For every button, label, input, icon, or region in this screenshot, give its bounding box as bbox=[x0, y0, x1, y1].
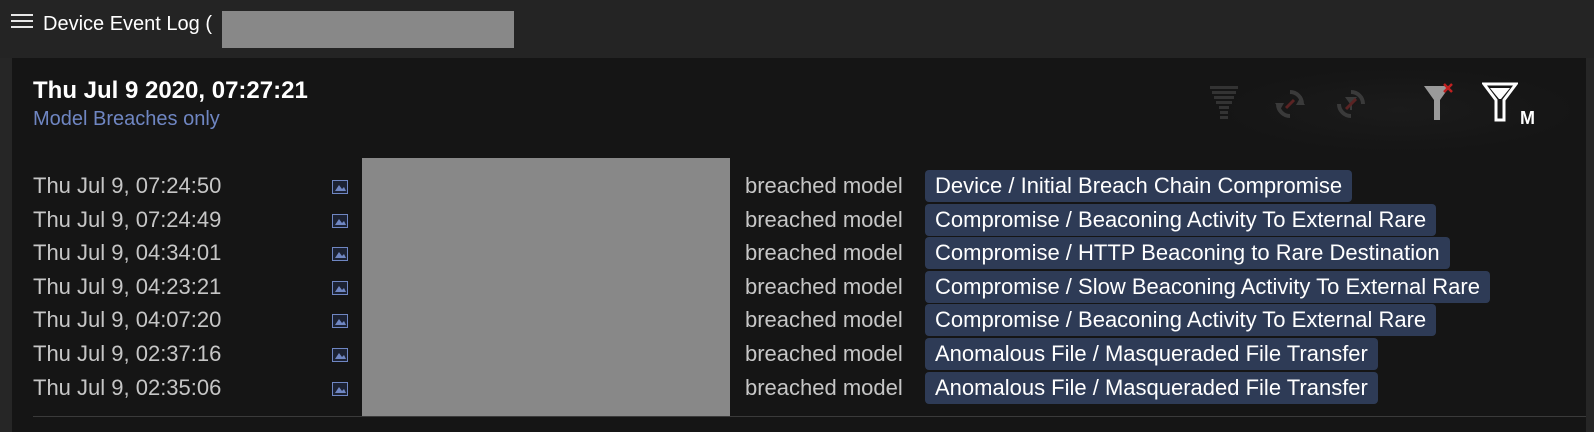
event-time: Thu Jul 9, 02:37:16 bbox=[33, 341, 222, 366]
model-breach-link[interactable]: Anomalous File / Masqueraded File Transf… bbox=[925, 371, 1378, 404]
model-breach-link[interactable]: Device / Initial Breach Chain Compromise bbox=[925, 170, 1353, 202]
event-row[interactable]: Thu Jul 9, 04:23:21 breached model Comprom… bbox=[12, 270, 1586, 303]
filter-mode-label[interactable]: Model Breaches only bbox=[33, 108, 220, 131]
event-action: breached model bbox=[745, 273, 903, 299]
refresh-filter-icon[interactable] bbox=[1335, 88, 1367, 120]
filter-clear-icon[interactable] bbox=[1422, 82, 1456, 124]
model-breach-link[interactable]: Compromise / Slow Beaconing Activity To … bbox=[925, 270, 1490, 303]
event-time: Thu Jul 9, 04:07:20 bbox=[33, 307, 222, 333]
event-row[interactable]: Thu Jul 9, 04:34:01 breached model Comprom… bbox=[12, 237, 1586, 270]
refresh-icon[interactable] bbox=[1274, 88, 1306, 120]
model-breach-link[interactable]: Compromise / HTTP Beaconing to Rare Dest… bbox=[925, 237, 1450, 270]
event-row[interactable]: Thu Jul 9, 02:37:16 breached model Anomalo… bbox=[12, 338, 1586, 370]
window-titlebar: Device Event Log ( bbox=[0, 0, 1594, 58]
model-breach-link[interactable]: Compromise / Beaconing Activity To Exter… bbox=[925, 203, 1437, 236]
device-type-icon[interactable] bbox=[332, 280, 348, 295]
log-timestamp: Thu Jul 9 2020, 07:27:21 bbox=[33, 77, 308, 104]
event-row[interactable]: Thu Jul 9, 02:35:06 breached model Anomalo… bbox=[12, 371, 1586, 404]
event-row[interactable]: Thu Jul 9, 07:24:50 breached model Device … bbox=[12, 170, 1586, 202]
event-time: Thu Jul 9, 07:24:49 bbox=[33, 206, 222, 232]
device-type-icon[interactable] bbox=[332, 314, 348, 329]
redacted-device-name bbox=[222, 11, 514, 48]
device-type-icon[interactable] bbox=[332, 381, 348, 396]
event-log-panel: Thu Jul 9 2020, 07:27:21 Model Breaches … bbox=[12, 58, 1586, 432]
event-time: Thu Jul 9, 04:23:21 bbox=[33, 273, 222, 299]
event-time: Thu Jul 9, 07:24:50 bbox=[33, 173, 222, 198]
event-row[interactable]: Thu Jul 9, 04:07:20 breached model Comprom… bbox=[12, 304, 1586, 337]
event-time: Thu Jul 9, 04:34:01 bbox=[33, 240, 222, 266]
window-title: Device Event Log ( bbox=[43, 13, 212, 35]
event-action: breached model bbox=[745, 341, 903, 366]
filter-models-badge: M bbox=[1520, 108, 1535, 128]
device-type-icon[interactable] bbox=[332, 247, 348, 262]
event-action: breached model bbox=[745, 374, 903, 400]
device-type-icon[interactable] bbox=[332, 180, 348, 194]
event-time: Thu Jul 9, 02:35:06 bbox=[33, 374, 222, 400]
model-breach-link[interactable]: Compromise / Beaconing Activity To Exter… bbox=[925, 304, 1437, 337]
event-action: breached model bbox=[745, 206, 903, 232]
event-row[interactable]: Thu Jul 9, 07:24:49 breached model Comprom… bbox=[12, 203, 1586, 236]
device-type-icon[interactable] bbox=[332, 348, 348, 362]
stack-filter-icon[interactable] bbox=[1210, 84, 1238, 124]
filter-models-icon[interactable] bbox=[1482, 80, 1518, 124]
hamburger-menu-icon[interactable] bbox=[11, 14, 33, 32]
event-action: breached model bbox=[745, 173, 903, 198]
event-action: breached model bbox=[745, 240, 903, 266]
list-divider bbox=[33, 416, 1586, 417]
model-breach-link[interactable]: Anomalous File / Masqueraded File Transf… bbox=[925, 338, 1378, 370]
device-type-icon[interactable] bbox=[332, 213, 348, 228]
redacted-device-column bbox=[362, 158, 730, 416]
event-action: breached model bbox=[745, 307, 903, 333]
